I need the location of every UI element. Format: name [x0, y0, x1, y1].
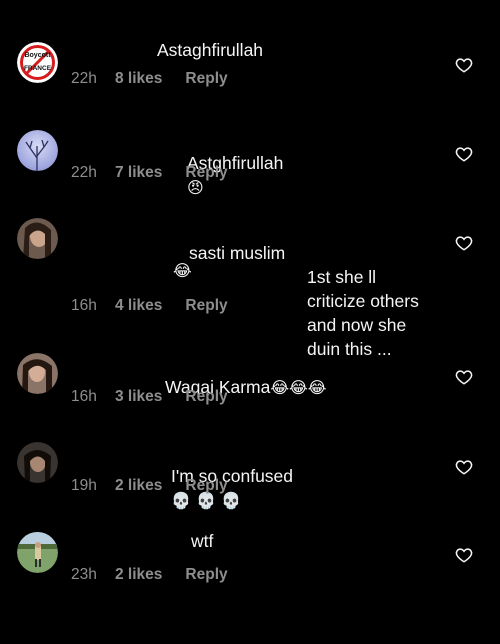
comment-body: Astaghfirullah [157, 38, 500, 62]
heart-outline-icon[interactable] [455, 368, 473, 386]
heart-outline-icon[interactable] [455, 234, 473, 252]
comment-meta-row: 22h 7 likes Reply [71, 159, 431, 182]
avatar[interactable] [17, 218, 58, 259]
reply-button[interactable]: Reply [185, 297, 227, 315]
likes-count[interactable]: 8 likes [115, 70, 162, 88]
comment-time: 23h [71, 566, 97, 583]
comment-meta-row: 16h 4 likes Reply [71, 292, 431, 315]
heart-outline-icon[interactable] [455, 458, 473, 476]
likes-count[interactable]: 3 likes [115, 388, 162, 406]
avatar-badge-line2: FRANCE [24, 65, 52, 72]
avatar[interactable] [17, 353, 58, 394]
comment-text: wtf [191, 531, 214, 551]
reply-button[interactable]: Reply [185, 164, 227, 182]
avatar[interactable]: Boycott FRANCE [17, 42, 58, 83]
comment-time: 22h [71, 164, 97, 181]
avatar[interactable] [17, 442, 58, 483]
comment-time: 19h [71, 477, 97, 494]
likes-count[interactable]: 7 likes [115, 164, 162, 182]
avatar-badge-line1: Boycott [24, 52, 51, 59]
comment-meta-row: 22h 8 likes Reply [71, 65, 431, 88]
heart-outline-icon[interactable] [455, 546, 473, 564]
comment-meta-row: 23h 2 likes Reply [71, 561, 431, 584]
comment-meta-row: 19h 2 likes Reply [71, 472, 431, 495]
comment-time: 16h [71, 388, 97, 405]
reply-button[interactable]: Reply [185, 566, 227, 584]
comment-text: Astaghfirullah [157, 40, 264, 60]
likes-count[interactable]: 2 likes [115, 566, 162, 584]
comment-time: 22h [71, 70, 97, 87]
reply-button[interactable]: Reply [185, 388, 227, 406]
heart-outline-icon[interactable] [455, 56, 473, 74]
likes-count[interactable]: 4 likes [115, 297, 162, 315]
comment-time: 16h [71, 297, 97, 314]
avatar[interactable] [17, 130, 58, 171]
avatar[interactable] [17, 532, 58, 573]
reply-button[interactable]: Reply [185, 477, 227, 495]
heart-outline-icon[interactable] [455, 145, 473, 163]
likes-count[interactable]: 2 likes [115, 477, 162, 495]
comment-meta-row: 16h 3 likes Reply [71, 383, 431, 406]
comment-body: wtf [191, 529, 500, 553]
comment-emoji: 😂 [173, 261, 192, 280]
reply-button[interactable]: Reply [185, 70, 227, 88]
